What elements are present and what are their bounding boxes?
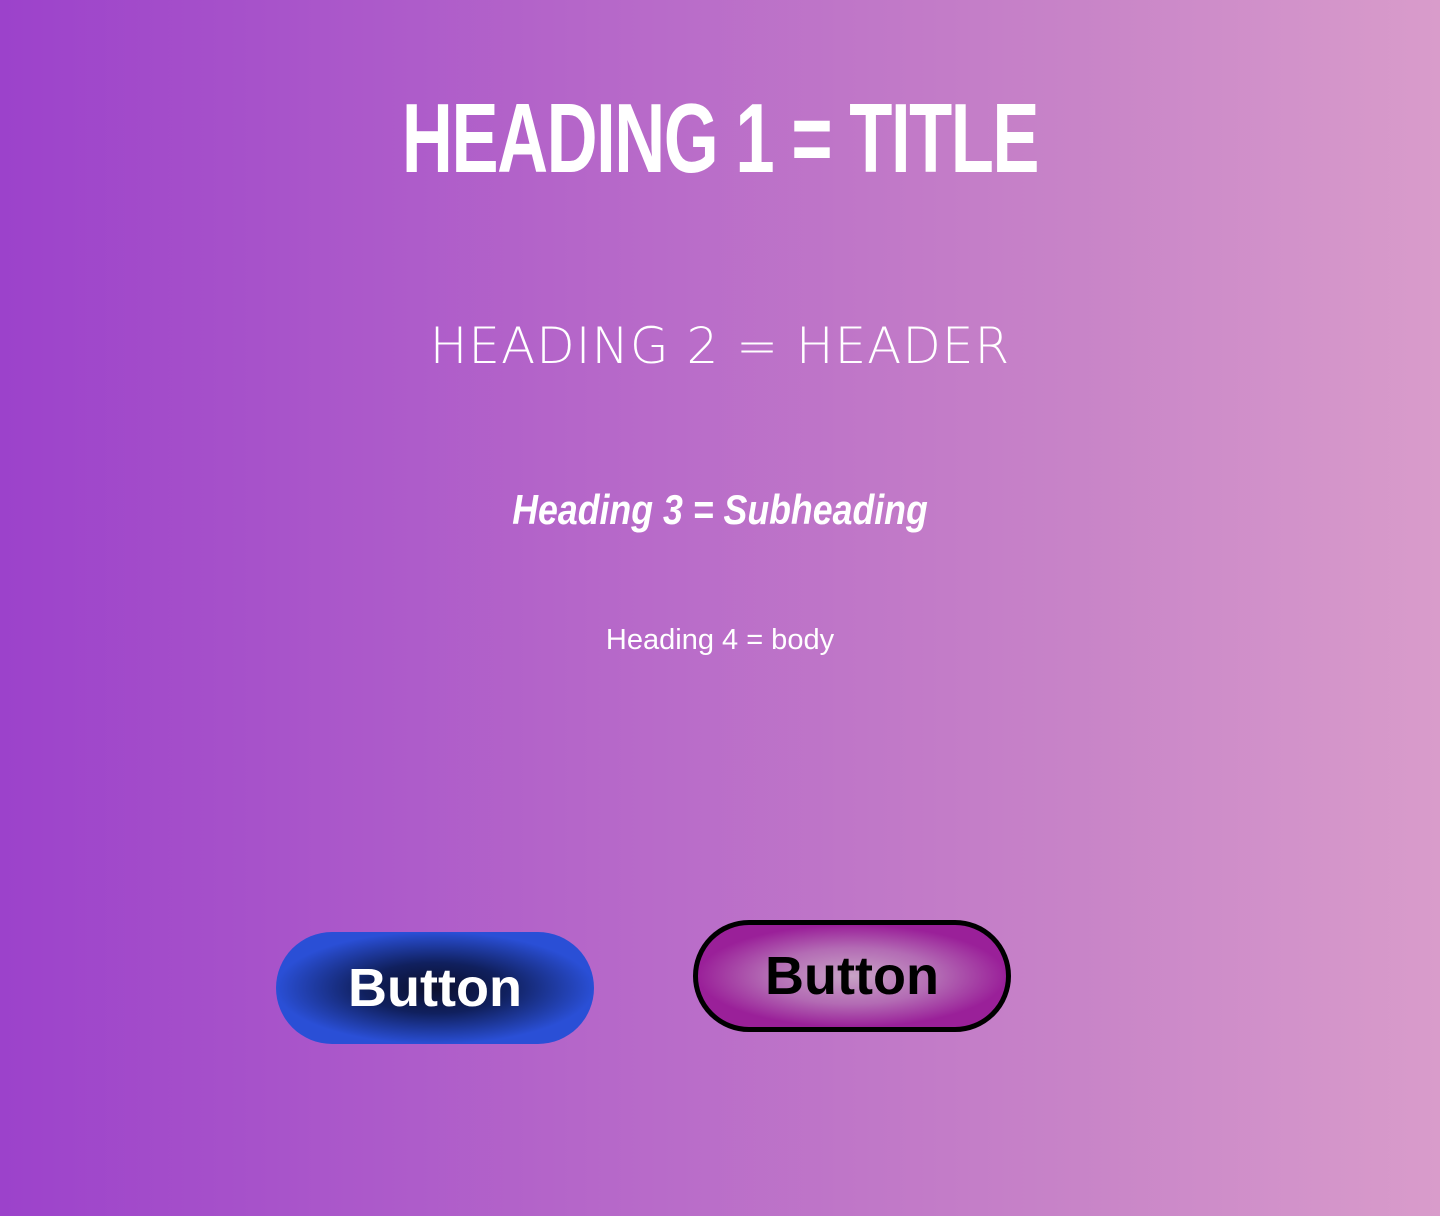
secondary-button[interactable]: Button — [693, 920, 1011, 1032]
page-canvas: HEADING 1 = TITLE HEADING 2 = HEADER Hea… — [0, 0, 1440, 1216]
heading-2-header: HEADING 2 = HEADER — [429, 317, 1011, 375]
heading-4-body: Heading 4 = body — [605, 624, 835, 656]
primary-button[interactable]: Button — [276, 932, 594, 1044]
heading-3-subheading: Heading 3 = Subheading — [512, 486, 928, 533]
heading-1-title: HEADING 1 = TITLE — [401, 83, 1040, 193]
primary-button-label: Button — [348, 958, 522, 1018]
secondary-button-label: Button — [765, 946, 939, 1006]
